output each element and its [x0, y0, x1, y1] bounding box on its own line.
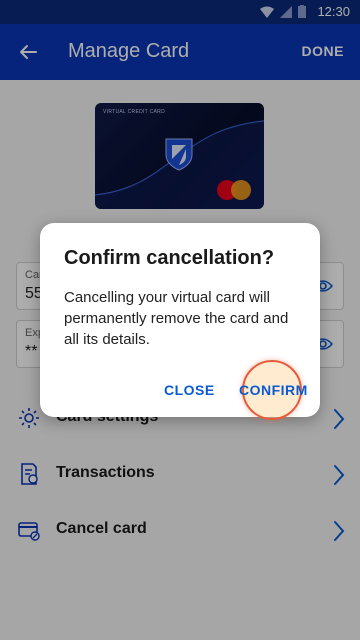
close-button[interactable]: CLOSE [164, 382, 215, 398]
confirm-cancellation-dialog: Confirm cancellation? Cancelling your vi… [40, 223, 320, 420]
dialog-title: Confirm cancellation? [64, 247, 275, 269]
confirm-button[interactable]: CONFIRM [239, 382, 308, 398]
dialog-message: Cancelling your virtual card will perman… [64, 289, 289, 348]
